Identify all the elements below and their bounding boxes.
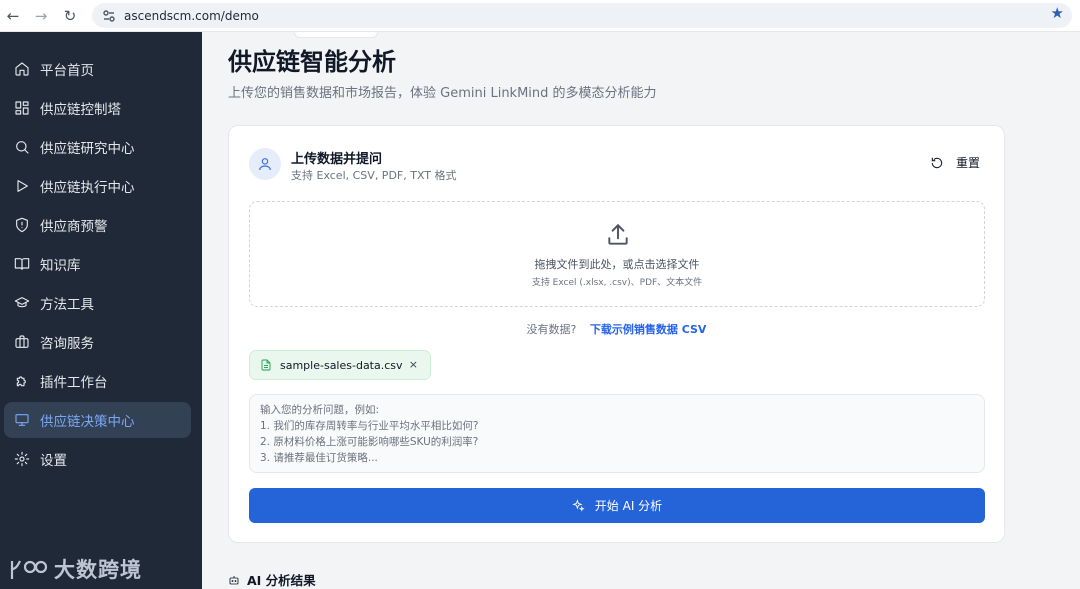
grid-icon <box>15 101 29 115</box>
page-title: 供应链智能分析 <box>228 48 396 76</box>
sidebar-item-plugins[interactable]: 插件工作台 <box>4 363 191 399</box>
placeholder-line: 3. 请推荐最佳订货策略... <box>260 452 378 464</box>
sample-data-row: 没有数据? 下载示例销售数据 CSV <box>229 321 1004 337</box>
uploaded-file-chip: sample-sales-data.csv × <box>249 350 431 380</box>
puzzle-icon <box>16 376 26 387</box>
sidebar-item-label: 方法工具 <box>40 297 94 313</box>
sidebar-item-label: 知识库 <box>40 258 81 274</box>
forward-arrow-icon[interactable]: → <box>28 3 54 29</box>
bookmark-star-icon[interactable]: ★ <box>1051 4 1064 22</box>
question-input[interactable]: 输入您的分析问题，例如: 1. 我们的库存周转率与行业平均水平相比如何? 2. … <box>249 394 985 473</box>
reload-icon[interactable]: ↻ <box>57 3 83 29</box>
upload-card: 上传数据并提问 支持 Excel, CSV, PDF, TXT 格式 重置 拖拽… <box>228 125 1005 543</box>
book-icon <box>14 258 30 270</box>
shield-alert-icon <box>16 217 28 233</box>
dropzone-instruction: 拖拽文件到此处，或点击选择文件 <box>534 258 700 271</box>
header-tab-edge <box>294 32 378 38</box>
sidebar-item-execution[interactable]: 供应链执行中心 <box>4 168 191 204</box>
gear-icon <box>14 451 30 467</box>
sidebar-item-supplier-alert[interactable]: 供应商预警 <box>4 207 191 243</box>
watermark-text: 大数跨境 <box>54 558 142 582</box>
main-content: 供应链智能分析 上传您的销售数据和市场报告，体验 Gemini LinkMind… <box>202 32 1080 589</box>
result-title: AI 分析结果 <box>247 573 316 588</box>
page-subtitle: 上传您的销售数据和市场报告，体验 Gemini LinkMind 的多模态分析能… <box>228 86 657 101</box>
no-data-text: 没有数据? <box>526 323 577 336</box>
sparkles-icon <box>572 499 585 512</box>
sidebar-item-consulting[interactable]: 咨询服务 <box>4 324 191 360</box>
sidebar-item-methods[interactable]: 方法工具 <box>4 285 191 321</box>
upload-icon <box>608 224 628 245</box>
sidebar-item-label: 供应链决策中心 <box>40 414 135 430</box>
sidebar-item-label: 供应链控制塔 <box>40 102 121 118</box>
sidebar-item-label: 插件工作台 <box>40 375 108 391</box>
sidebar-item-label: 供应链研究中心 <box>40 141 135 157</box>
remove-file-button[interactable]: × <box>409 358 418 371</box>
placeholder-line: 1. 我们的库存周转率与行业平均水平相比如何? <box>260 420 479 432</box>
sidebar-item-decision-center[interactable]: 供应链决策中心 <box>4 402 191 438</box>
sidebar-item-label: 平台首页 <box>40 63 94 79</box>
sidebar-item-knowledge[interactable]: 知识库 <box>4 246 191 282</box>
sidebar-item-label: 设置 <box>40 453 67 469</box>
placeholder-line: 2. 原材料价格上涨可能影响哪些SKU的利润率? <box>260 436 479 448</box>
file-dropzone[interactable]: 拖拽文件到此处，或点击选择文件 支持 Excel (.xlsx, .csv)、P… <box>249 201 985 307</box>
sidebar-item-label: 供应链执行中心 <box>40 180 135 196</box>
result-section-heading: AI 分析结果 <box>228 570 316 589</box>
placeholder-line: 输入您的分析问题，例如: <box>260 404 380 416</box>
user-avatar <box>249 148 281 180</box>
back-arrow-icon[interactable]: ← <box>0 3 26 29</box>
sidebar-item-label: 供应商预警 <box>40 219 108 235</box>
upload-card-title: 上传数据并提问 <box>291 152 383 167</box>
sidebar: 平台首页 供应链控制塔 供应链研究中心 供应链执行中心 供应商预警 知识库 方法… <box>0 32 202 589</box>
robot-icon <box>229 575 239 584</box>
url-text[interactable]: ascendscm.com/demo <box>124 9 259 23</box>
address-bar[interactable]: ascendscm.com/demo <box>92 3 1072 28</box>
home-icon <box>15 62 29 76</box>
browser-toolbar: ← → ↻ ascendscm.com/demo ★ <box>0 0 1080 32</box>
search-icon <box>16 141 29 154</box>
briefcase-icon <box>15 335 29 348</box>
site-settings-icon[interactable] <box>102 9 116 23</box>
upload-card-description: 支持 Excel, CSV, PDF, TXT 格式 <box>291 169 457 182</box>
reset-icon <box>931 157 943 168</box>
start-analysis-label: 开始 AI 分析 <box>594 499 663 513</box>
play-icon <box>17 180 28 192</box>
watermark-mark-icon <box>10 560 48 579</box>
monitor-icon <box>15 414 29 426</box>
reset-label: 重置 <box>955 156 980 170</box>
file-icon <box>261 359 271 371</box>
sidebar-item-research[interactable]: 供应链研究中心 <box>4 129 191 165</box>
graduation-cap-icon <box>14 297 30 308</box>
file-name: sample-sales-data.csv <box>280 358 403 372</box>
sidebar-item-label: 咨询服务 <box>40 336 94 352</box>
watermark-logo: 大数跨境 <box>8 554 142 584</box>
sidebar-item-control-tower[interactable]: 供应链控制塔 <box>4 90 191 126</box>
user-icon <box>259 158 271 171</box>
reset-button[interactable]: 重置 <box>930 154 980 171</box>
dropzone-formats: 支持 Excel (.xlsx, .csv)、PDF、文本文件 <box>531 278 703 288</box>
start-analysis-button[interactable]: 开始 AI 分析 <box>249 488 985 523</box>
sidebar-item-settings[interactable]: 设置 <box>4 441 191 477</box>
download-sample-link[interactable]: 下载示例销售数据 CSV <box>590 323 707 336</box>
sidebar-item-home[interactable]: 平台首页 <box>4 51 191 87</box>
